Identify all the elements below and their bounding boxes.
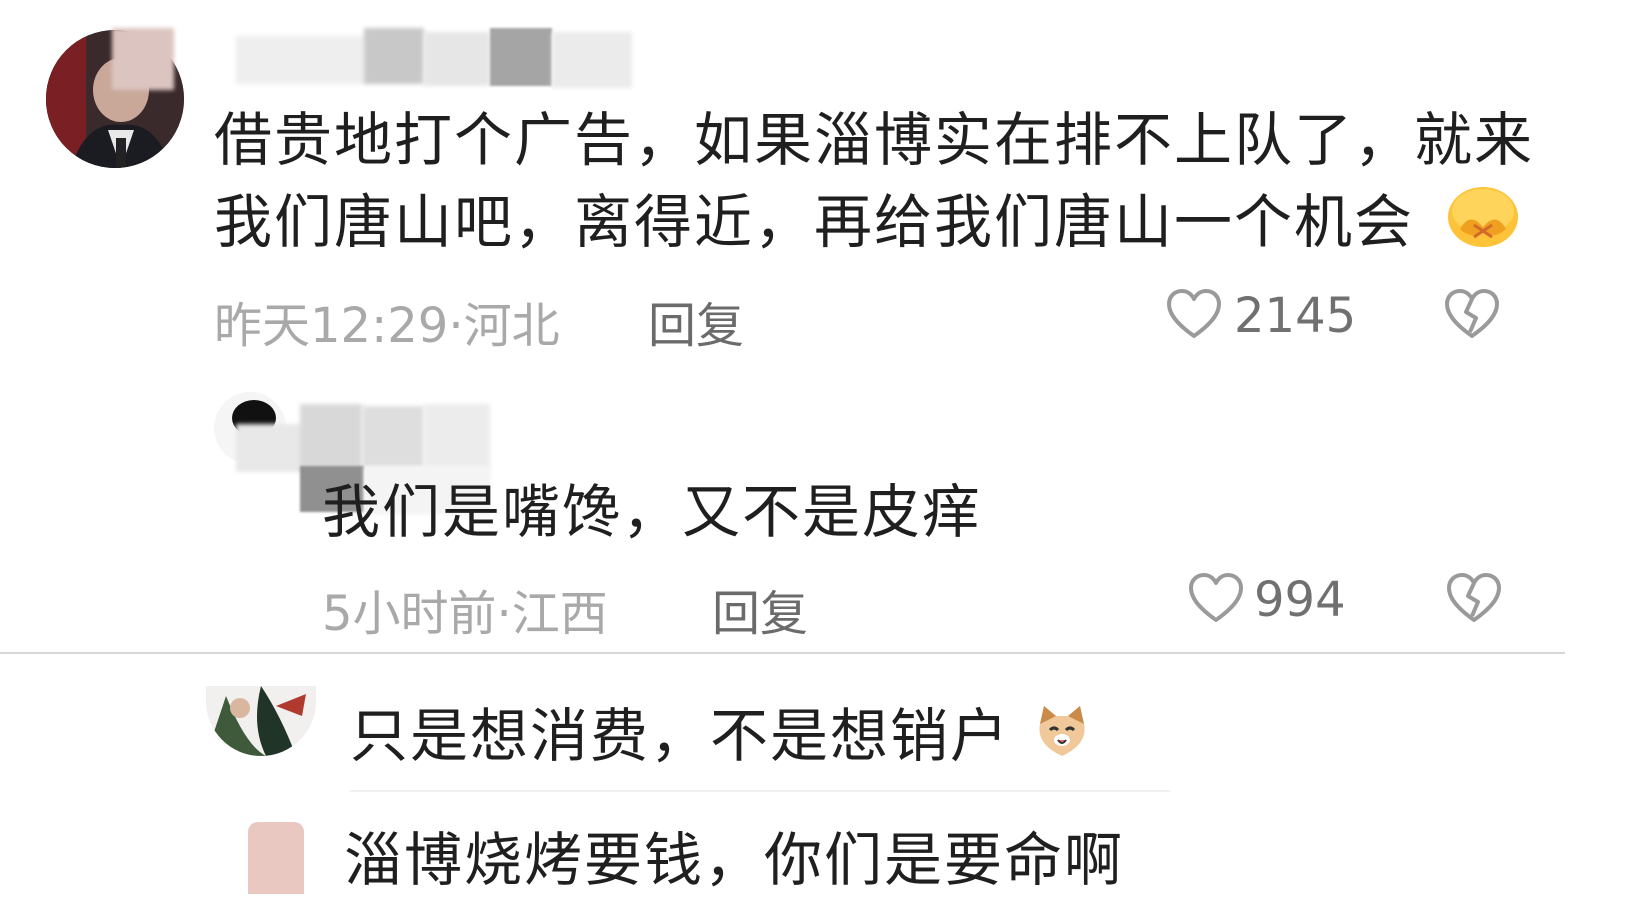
heart-outline-icon	[1189, 573, 1243, 622]
comment-meta: 昨天12:29·河北	[214, 298, 560, 354]
heart-outline-icon	[1167, 289, 1221, 338]
avatar[interactable]	[206, 686, 316, 756]
reply-text: 淄博烧烤要钱，你们是要命啊	[344, 826, 1125, 894]
blushing-face-emoji-icon	[1446, 181, 1520, 271]
section-divider	[0, 652, 1565, 654]
dislike-button[interactable]	[1446, 572, 1506, 632]
like-button[interactable]	[1166, 288, 1226, 348]
cat-face-emoji-icon	[1034, 698, 1090, 782]
reply-button[interactable]: 回复	[712, 574, 808, 644]
broken-heart-icon	[1445, 289, 1499, 338]
comment-text: 我们是嘴馋，又不是皮痒	[322, 478, 983, 546]
reply-text-content: 只是想消费，不是想销户	[350, 702, 1011, 770]
comment-text-line1: 借贵地打个广告，如果淄博实在排不上队了，就来	[214, 106, 1535, 174]
reply-button[interactable]: 回复	[648, 286, 744, 356]
broken-heart-icon	[1447, 573, 1501, 622]
username-censored[interactable]	[236, 28, 666, 90]
reply-text: 只是想消费，不是想销户	[350, 694, 1090, 782]
like-count: 994	[1254, 572, 1346, 628]
comment-text-line2-content: 我们唐山吧，离得近，再给我们唐山一个机会	[214, 188, 1415, 256]
comment-meta: 5小时前·江西	[322, 586, 608, 642]
reply-separator	[350, 790, 1170, 792]
comment-text-line2: 我们唐山吧，离得近，再给我们唐山一个机会	[214, 180, 1520, 271]
censored-avatar-patch	[112, 28, 174, 90]
avatar-image	[206, 686, 316, 756]
like-button[interactable]	[1188, 572, 1248, 632]
like-count: 2145	[1234, 288, 1357, 344]
avatar[interactable]	[248, 822, 304, 894]
dislike-button[interactable]	[1444, 288, 1504, 348]
